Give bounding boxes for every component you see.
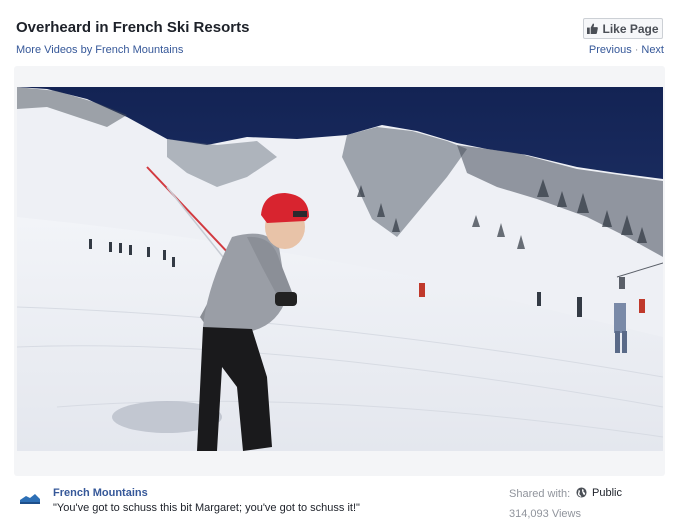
like-page-button[interactable]: Like Page (583, 18, 663, 39)
page-logo-icon[interactable] (18, 490, 42, 506)
privacy-setting[interactable]: Public (592, 487, 622, 499)
video-frame-image (17, 87, 663, 451)
video-player[interactable] (17, 87, 663, 451)
video-title: Overheard in French Ski Resorts (16, 19, 250, 36)
video-caption: "You've got to schuss this bit Margaret;… (53, 502, 360, 514)
like-page-label: Like Page (602, 21, 659, 36)
globe-icon (576, 487, 587, 498)
shared-with-label: Shared with: (509, 488, 571, 500)
thumbs-up-icon (587, 23, 599, 34)
view-count: 314,093 Views (509, 508, 581, 520)
previous-link[interactable]: Previous (589, 44, 632, 56)
nav-separator: · (634, 44, 639, 56)
next-link[interactable]: Next (641, 44, 664, 56)
video-navigation: Previous · Next (589, 44, 664, 56)
page-name-link[interactable]: French Mountains (53, 487, 148, 499)
more-videos-link[interactable]: More Videos by French Mountains (16, 44, 183, 56)
